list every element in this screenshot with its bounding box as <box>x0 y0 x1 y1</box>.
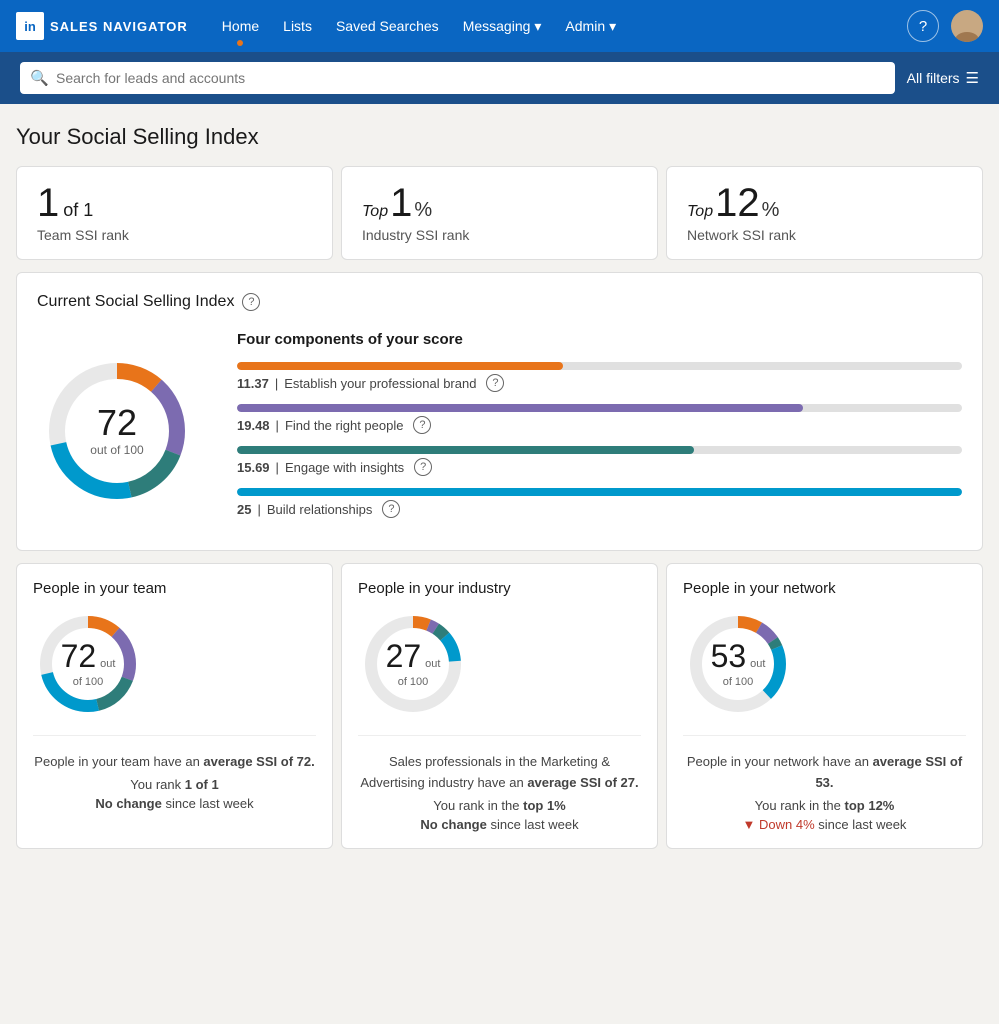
search-bar: 🔍 All filters ☰ <box>0 52 999 104</box>
people-industry-card: People in your industry 27 out of 100 <box>341 563 658 849</box>
people-industry-stat: You rank in the top 1% <box>358 798 641 813</box>
people-cards: People in your team 72 out of 100 <box>16 563 983 849</box>
network-rank-top-label: Top <box>687 203 713 221</box>
industry-rank-pct: % <box>414 199 432 222</box>
people-network-title: People in your network <box>683 580 966 597</box>
ssi-score: 72 out of 100 <box>90 405 143 457</box>
industry-rank-top-label: Top <box>362 203 388 221</box>
component-people: 19.48 | Find the right people ? <box>237 404 962 434</box>
people-team-stat: You rank 1 of 1 <box>33 777 316 792</box>
team-score-num: 72 <box>61 638 97 674</box>
team-rank-denominator: of 1 <box>63 200 93 221</box>
ssi-section: Current Social Selling Index ? <box>16 272 983 551</box>
component-relationships-label: 25 | Build relationships ? <box>237 500 962 518</box>
component-insights-fill <box>237 446 694 454</box>
industry-score: 27 out of 100 <box>386 640 441 688</box>
people-industry-chart: 27 out of 100 <box>358 609 641 736</box>
user-avatar[interactable] <box>951 10 983 42</box>
filter-icon: ☰ <box>966 69 979 87</box>
navigation: in SALES NAVIGATOR Home Lists Saved Sear… <box>0 0 999 52</box>
rank-cards: 1 of 1 Team SSI rank Top 1 % Industry SS… <box>16 166 983 260</box>
component-brand-help[interactable]: ? <box>486 374 504 392</box>
ssi-help-icon[interactable]: ? <box>242 293 260 311</box>
component-people-label: 19.48 | Find the right people ? <box>237 416 962 434</box>
industry-score-num: 27 <box>386 638 422 674</box>
nav-messaging[interactable]: Messaging ▾ <box>453 12 552 41</box>
component-people-fill <box>237 404 803 412</box>
component-brand-fill <box>237 362 563 370</box>
people-team-desc: People in your team have an average SSI … <box>33 752 316 773</box>
all-filters-button[interactable]: All filters ☰ <box>907 69 979 87</box>
team-rank-label: Team SSI rank <box>37 227 312 243</box>
components-title: Four components of your score <box>237 331 962 348</box>
component-brand: 11.37 | Establish your professional bran… <box>237 362 962 392</box>
chevron-down-icon: ▾ <box>534 18 541 35</box>
component-insights-track <box>237 446 962 454</box>
ssi-components: Four components of your score 11.37 | Es… <box>237 331 962 530</box>
ssi-donut-chart: 72 out of 100 <box>37 351 197 511</box>
linkedin-logo: in <box>16 12 44 40</box>
network-score-num: 53 <box>711 638 747 674</box>
component-relationships: 25 | Build relationships ? <box>237 488 962 518</box>
component-brand-track <box>237 362 962 370</box>
help-button[interactable]: ? <box>907 10 939 42</box>
people-team-change: No change since last week <box>33 796 316 811</box>
component-people-help[interactable]: ? <box>413 416 431 434</box>
nav-lists[interactable]: Lists <box>273 12 322 40</box>
nav-admin[interactable]: Admin ▾ <box>555 12 626 41</box>
people-network-card: People in your network 53 out of 100 <box>666 563 983 849</box>
component-insights-help[interactable]: ? <box>414 458 432 476</box>
industry-rank-value: 1 <box>390 183 412 223</box>
team-ssi-rank-card: 1 of 1 Team SSI rank <box>16 166 333 260</box>
component-people-track <box>237 404 962 412</box>
ssi-score-subtitle: out of 100 <box>90 443 143 457</box>
component-insights: 15.69 | Engage with insights ? <box>237 446 962 476</box>
team-donut: 72 out of 100 <box>33 609 143 719</box>
component-relationships-fill <box>237 488 962 496</box>
nav-saved-searches[interactable]: Saved Searches <box>326 12 449 40</box>
network-score: 53 out of 100 <box>711 640 766 688</box>
people-network-desc: People in your network have an average S… <box>683 752 966 794</box>
search-input[interactable] <box>20 62 895 94</box>
component-relationships-help[interactable]: ? <box>382 500 400 518</box>
network-ssi-rank-card: Top 12 % Network SSI rank <box>666 166 983 260</box>
page-title: Your Social Selling Index <box>16 124 983 150</box>
nav-right: ? <box>907 10 983 42</box>
ssi-section-title: Current Social Selling Index ? <box>37 293 962 311</box>
industry-donut: 27 out of 100 <box>358 609 468 719</box>
people-network-change: ▼ Down 4% since last week <box>683 817 966 832</box>
network-rank-label: Network SSI rank <box>687 227 962 243</box>
brand-name: SALES NAVIGATOR <box>50 19 188 34</box>
industry-rank-label: Industry SSI rank <box>362 227 637 243</box>
main-content: Your Social Selling Index 1 of 1 Team SS… <box>0 104 999 869</box>
people-team-title: People in your team <box>33 580 316 597</box>
nav-links: Home Lists Saved Searches Messaging ▾ Ad… <box>212 12 907 41</box>
industry-ssi-rank-card: Top 1 % Industry SSI rank <box>341 166 658 260</box>
chevron-down-icon: ▾ <box>609 18 616 35</box>
people-team-chart: 72 out of 100 <box>33 609 316 736</box>
team-score: 72 out of 100 <box>61 640 116 688</box>
people-industry-desc: Sales professionals in the Marketing & A… <box>358 752 641 794</box>
people-industry-change: No change since last week <box>358 817 641 832</box>
component-relationships-track <box>237 488 962 496</box>
ssi-score-number: 72 <box>90 405 143 441</box>
search-icon: 🔍 <box>30 69 49 87</box>
people-network-chart: 53 out of 100 <box>683 609 966 736</box>
search-wrapper: 🔍 <box>20 62 895 94</box>
nav-home[interactable]: Home <box>212 12 269 40</box>
component-insights-label: 15.69 | Engage with insights ? <box>237 458 962 476</box>
component-brand-label: 11.37 | Establish your professional bran… <box>237 374 962 392</box>
people-team-card: People in your team 72 out of 100 <box>16 563 333 849</box>
network-rank-pct: % <box>762 199 780 222</box>
down-arrow-icon: ▼ <box>743 817 759 832</box>
team-rank-numerator: 1 <box>37 183 59 223</box>
people-network-stat: You rank in the top 12% <box>683 798 966 813</box>
network-donut: 53 out of 100 <box>683 609 793 719</box>
people-industry-title: People in your industry <box>358 580 641 597</box>
ssi-content: 72 out of 100 Four components of your sc… <box>37 331 962 530</box>
network-rank-value: 12 <box>715 183 760 223</box>
